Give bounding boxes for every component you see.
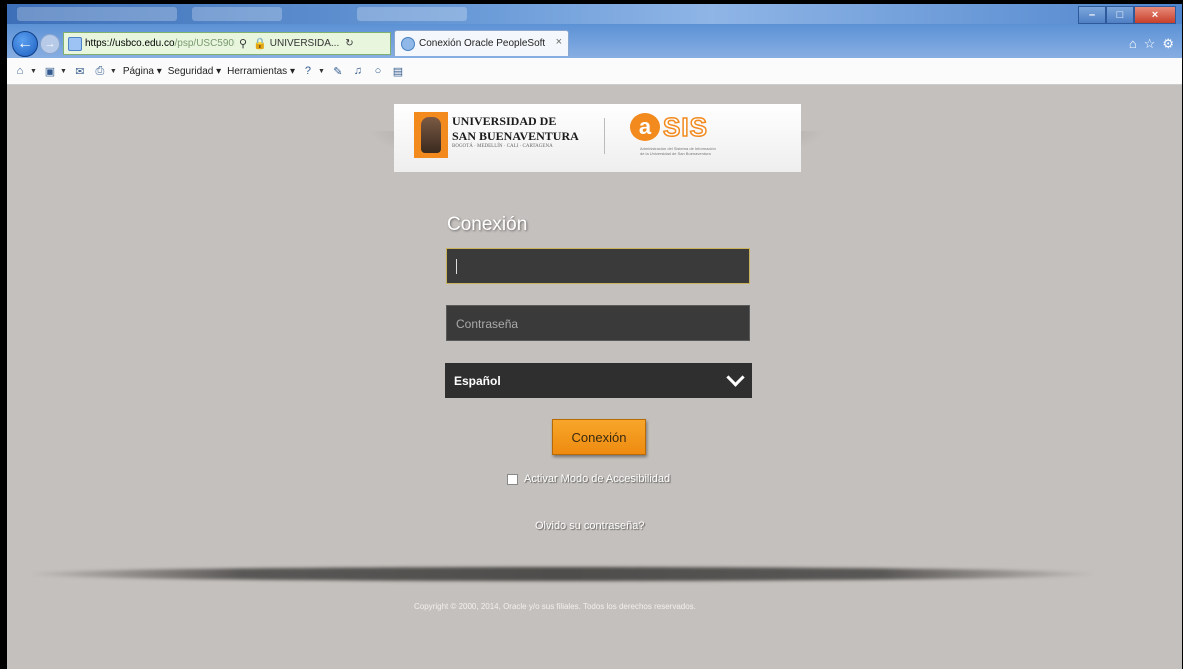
asis-logo-mark: a	[630, 113, 660, 141]
address-url[interactable]: https://usbco.edu.co/psp/USC590I	[85, 38, 235, 49]
page-menu[interactable]: Página ▾	[123, 66, 162, 77]
accessibility-checkbox[interactable]	[507, 473, 518, 485]
banner-divider	[604, 118, 605, 154]
text-caret	[456, 259, 457, 274]
accessibility-label[interactable]: Activar Modo de Accesibilidad	[524, 473, 670, 485]
tools-menu[interactable]: Herramientas ▾	[227, 66, 295, 77]
site-favicon-icon	[68, 36, 82, 51]
extension-icon[interactable]: ▤	[391, 64, 405, 78]
forward-arrow-icon: →	[44, 38, 56, 50]
home-icon[interactable]: ⌂	[1129, 36, 1137, 52]
back-arrow-icon: ←	[17, 35, 33, 52]
tab-title: Conexión Oracle PeopleSoft	[419, 38, 546, 49]
feeds-icon[interactable]: ▣	[43, 64, 57, 78]
browser-window: – □ × ← → https://usbco.edu.co/psp/USC59…	[7, 4, 1182, 669]
login-page: UNIVERSIDAD DE SAN BUENAVENTURA BOGOTÁ ·…	[7, 85, 1182, 669]
copyright-text: Copyright © 2000, 2014, Oracle y/o sus f…	[414, 602, 696, 611]
background-tab[interactable]	[192, 7, 282, 21]
tab-close-icon[interactable]: ×	[556, 36, 562, 48]
forgot-password-link[interactable]: Olvido su contraseña?	[535, 520, 644, 532]
command-bar: ⌂ ▼ ▣ ▼ ✉ ⎙ ▼ Página ▾ Seguridad ▾ Herramie…	[7, 58, 1182, 85]
mail-icon[interactable]: ✉	[73, 64, 87, 78]
university-name-line2: SAN BUENAVENTURA	[452, 129, 579, 143]
address-bar[interactable]: https://usbco.edu.co/psp/USC590I ⚲ 🔒 UNI…	[63, 32, 391, 55]
chevron-down-icon	[726, 368, 745, 387]
chevron-down-icon[interactable]: ▼	[318, 68, 325, 75]
refresh-icon[interactable]: ↻	[345, 38, 353, 49]
university-crest-logo	[414, 112, 448, 158]
settings-gear-icon[interactable]: ⚙	[1162, 36, 1174, 52]
user-id-input[interactable]	[446, 248, 750, 284]
header-banner: UNIVERSIDAD DE SAN BUENAVENTURA BOGOTÁ ·…	[394, 104, 801, 172]
crest-emblem	[421, 117, 441, 153]
login-title: Conexión	[447, 214, 528, 235]
browser-right-icons: ⌂ ☆ ⚙	[1129, 36, 1174, 52]
maximize-button[interactable]: □	[1106, 6, 1134, 24]
accessibility-option: Activar Modo de Accesibilidad	[507, 473, 670, 485]
help-icon[interactable]: ?	[301, 64, 315, 78]
asis-logo: a SIS	[630, 112, 708, 142]
forward-button[interactable]: →	[40, 34, 60, 54]
university-cities: BOGOTÁ · MEDELLÍN · CALI · CARTAGENA	[452, 144, 553, 149]
chevron-down-icon[interactable]: ▼	[110, 68, 117, 75]
site-identity-label[interactable]: UNIVERSIDA...	[270, 38, 339, 49]
login-button[interactable]: Conexión	[552, 419, 646, 455]
url-host: https://usbco.edu.co	[85, 38, 175, 49]
close-window-button[interactable]: ×	[1134, 6, 1176, 24]
tab-favicon-icon	[401, 36, 415, 51]
search-icon[interactable]: ⚲	[239, 37, 247, 50]
background-tab[interactable]	[17, 7, 177, 21]
browser-titlebar: – □ × ← → https://usbco.edu.co/psp/USC59…	[7, 4, 1182, 58]
onenote-icon[interactable]: ♫	[351, 64, 365, 78]
print-icon[interactable]: ⎙	[93, 64, 107, 78]
research-icon[interactable]: ✎	[331, 64, 345, 78]
window-title-strip: – □ ×	[7, 4, 1182, 24]
tab-active[interactable]: Conexión Oracle PeopleSoft ×	[394, 30, 569, 56]
password-placeholder: Contraseña	[456, 317, 519, 331]
navigation-row: ← → https://usbco.edu.co/psp/USC590I ⚲ 🔒…	[7, 27, 1182, 59]
language-select[interactable]: Español	[445, 363, 752, 398]
background-tab[interactable]	[357, 7, 467, 21]
addon-icon[interactable]: ○	[371, 64, 385, 78]
home-page-icon[interactable]: ⌂	[13, 64, 27, 78]
footer-divider	[27, 567, 1097, 581]
back-button[interactable]: ←	[12, 31, 38, 57]
favorites-star-icon[interactable]: ☆	[1144, 36, 1156, 52]
url-path: /psp/USC590I	[174, 38, 235, 49]
minimize-button[interactable]: –	[1078, 6, 1106, 24]
university-name-line1: UNIVERSIDAD DE	[452, 114, 557, 128]
chevron-down-icon[interactable]: ▼	[60, 68, 67, 75]
security-menu[interactable]: Seguridad ▾	[168, 66, 221, 77]
lock-icon[interactable]: 🔒	[253, 37, 267, 50]
window-controls: – □ ×	[1078, 6, 1176, 24]
chevron-down-icon[interactable]: ▼	[30, 68, 37, 75]
asis-logo-text: SIS	[662, 112, 708, 142]
asis-subtitle-line2: de la Universidad de San Buenaventura	[640, 151, 711, 156]
language-selected-value: Español	[454, 374, 501, 388]
password-input[interactable]: Contraseña	[446, 305, 750, 341]
